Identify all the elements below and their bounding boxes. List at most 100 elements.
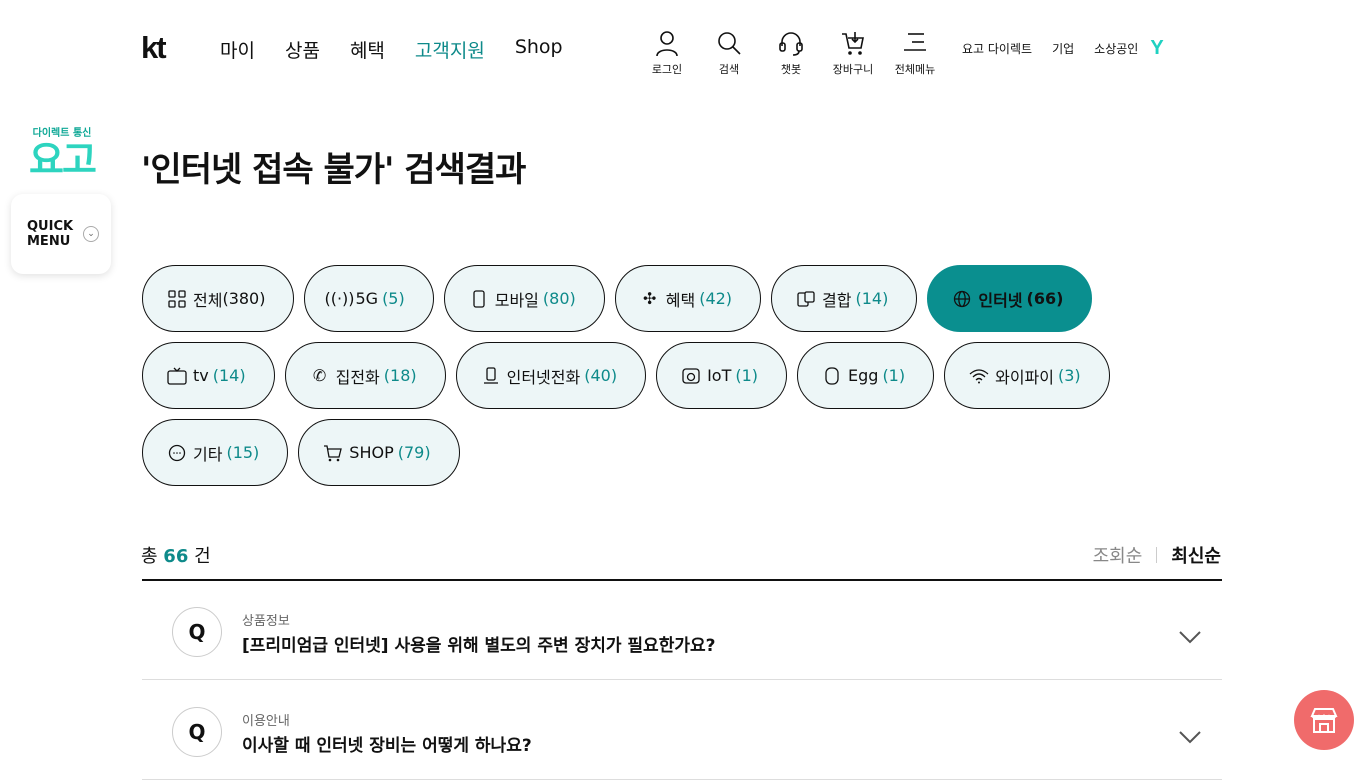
nav-my[interactable]: 마이 [220,36,255,63]
headset-icon [779,32,803,56]
chip-label: 인터넷전화 [506,367,581,387]
page-title: '인터넷 접속 불가' 검색결과 [141,150,526,190]
chip-internet-phone[interactable]: 인터넷전화 (40) [455,342,647,409]
cart-label: 장바구니 [832,63,874,76]
search-icon [718,32,741,55]
chip-count: (1) [735,366,759,385]
chip-label: 5G [355,289,379,308]
global-nav: 마이 상품 혜택 고객지원 Shop [220,36,563,63]
chip-label: IoT [707,366,732,385]
chip-label: 기타 [193,444,223,464]
chatbot-button[interactable]: 챗봇 [760,29,822,77]
chip-count: (380) [222,289,266,308]
chevron-down-icon[interactable] [1178,625,1202,649]
phone-icon: ✆ [312,366,327,385]
chip-label: 모바일 [494,290,539,310]
chip-all[interactable]: 전체 (380) [142,265,295,332]
chip-label: 인터넷 [978,290,1023,310]
chip-label: 결합 [822,290,852,310]
cart-icon [323,443,343,463]
category-chips: 전체 (380) ((·)) 5G (5) 모바일 (80) ✣ 혜택 (42) 결합(… [142,265,1110,496]
nav-shop[interactable]: Shop [515,36,563,63]
chip-combine[interactable]: 결합 (14) [771,265,918,332]
chip-mobile[interactable]: 모바일 (80) [443,265,605,332]
y-logo[interactable]: Y [1150,37,1163,60]
chip-count: (15) [226,443,260,462]
chip-label: Egg [848,366,879,385]
login-label: 로그인 [651,63,683,76]
grid-icon [167,289,187,309]
more-icon [167,443,187,463]
signal-icon: ((·)) [324,289,355,308]
link-enterprise[interactable]: 기업 [1052,40,1074,57]
question-badge: Q [172,607,222,657]
chip-count: (79) [397,443,431,462]
tv-icon [167,366,187,386]
link-yogo-direct[interactable]: 요고 다이렉트 [962,40,1032,57]
util-menu: 로그인 검색 챗봇 장바구니 전체메뉴 [636,29,946,77]
chip-count: (40) [584,366,618,385]
search-button[interactable]: 검색 [698,29,760,77]
chip-count: (66) [1026,289,1064,308]
top-links: 요고 다이렉트 기업 소상공인 Y [962,37,1164,60]
nav-support[interactable]: 고객지원 [415,36,485,63]
globe-icon [952,289,972,309]
chip-count: (14) [212,366,246,385]
desk-phone-icon [481,366,501,386]
egg-icon [822,366,842,386]
chip-5g[interactable]: ((·)) 5G (5) [304,265,434,332]
quick-menu-label: QUICK MENU [27,219,74,249]
yogo-badge[interactable]: 다이렉트 통신 요고 [22,124,102,181]
cart-icon [842,32,864,55]
login-button[interactable]: 로그인 [636,29,698,77]
chip-egg[interactable]: Egg (1) [797,342,935,409]
all-menu-button[interactable]: 전체메뉴 [884,29,946,77]
nav-products[interactable]: 상품 [285,36,320,63]
chip-label: 혜택 [665,290,696,310]
search-label: 검색 [718,63,740,76]
faq-item[interactable]: Q 상품정보 [프리미엄급 인터넷] 사용을 위해 별도의 주변 장치가 필요한… [142,581,1222,680]
question-badge: Q [172,707,222,757]
nav-benefits[interactable]: 혜택 [350,36,385,63]
chip-iot[interactable]: IoT (1) [656,342,788,409]
result-count: 총 66 건 [141,546,211,567]
chevron-down-icon[interactable] [1178,725,1202,749]
chatbot-label: 챗봇 [780,63,802,76]
cart-button[interactable]: 장바구니 [822,29,884,77]
user-icon [656,31,678,57]
chip-label: SHOP [349,443,394,462]
chip-count: (80) [542,289,576,308]
chip-shop[interactable]: SHOP (79) [298,419,460,486]
gift-icon: ✣ [643,289,657,308]
chip-internet[interactable]: 인터넷 (66) [927,265,1093,332]
chip-count: (3) [1058,366,1081,385]
faq-question: [프리미엄급 인터넷] 사용을 위해 별도의 주변 장치가 필요한가요? [242,636,716,656]
camera-icon [681,366,701,386]
chip-etc[interactable]: 기타 (15) [142,419,289,486]
sort-options: 조회순 최신순 [1093,542,1221,568]
store-icon [1310,708,1338,733]
faq-category: 상품정보 [242,614,290,629]
menu-icon [904,33,926,51]
kt-logo[interactable]: kt [141,30,167,66]
mobile-icon [469,289,489,309]
combine-icon [796,289,816,309]
link-small-business[interactable]: 소상공인 [1094,40,1138,57]
sort-by-views[interactable]: 조회순 [1093,542,1143,568]
chip-tv[interactable]: tv (14) [142,342,275,409]
quick-menu-button[interactable]: QUICK MENU ⌄ [11,194,111,274]
yogo-badge-subtitle: 다이렉트 통신 [32,128,92,139]
store-fab-button[interactable] [1294,690,1354,750]
chip-wifi[interactable]: 와이파이 (3) [944,342,1110,409]
yogo-badge-title: 요고 [29,138,97,182]
chip-label: 전체 [193,290,223,310]
chip-home-phone[interactable]: ✆ 집전화 (18) [284,342,446,409]
faq-question: 이사할 때 인터넷 장비는 어떻게 하나요? [242,736,532,756]
chip-count: (1) [882,366,906,385]
result-count-number: 66 [163,546,189,567]
faq-category: 이용안내 [242,714,290,729]
chip-benefits[interactable]: ✣ 혜택 (42) [614,265,762,332]
faq-item[interactable]: Q 이용안내 이사할 때 인터넷 장비는 어떻게 하나요? [142,681,1222,780]
chip-count: (18) [383,366,417,385]
sort-by-latest[interactable]: 최신순 [1171,542,1221,568]
